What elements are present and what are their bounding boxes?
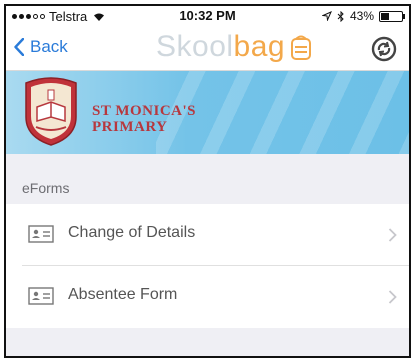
- back-button[interactable]: Back: [14, 37, 68, 57]
- form-label: Absentee Form: [68, 286, 178, 303]
- chevron-right-icon: [388, 228, 397, 242]
- location-arrow-icon: [321, 11, 332, 21]
- idcard-icon: [28, 287, 54, 305]
- back-label: Back: [30, 37, 68, 56]
- chevron-left-icon: [14, 38, 24, 56]
- status-right: 43%: [321, 9, 405, 23]
- eforms-list: Change of Details Absentee Form: [6, 204, 409, 328]
- battery-percent: 43%: [349, 9, 374, 23]
- sync-icon[interactable]: [371, 36, 397, 62]
- list-item-absentee-form[interactable]: Absentee Form: [6, 266, 409, 328]
- nav-bar: Back Skool bag: [6, 26, 409, 71]
- bag-icon: [291, 35, 312, 60]
- battery-icon: [379, 10, 405, 22]
- section-header: eForms: [6, 154, 409, 204]
- school-name-line1: ST MONICA'S: [92, 103, 196, 119]
- bluetooth-icon: [337, 10, 344, 22]
- chevron-right-icon: [388, 290, 397, 304]
- phone-frame: Telstra 10:32 PM 43% Back Skool bag ST M…: [4, 4, 411, 358]
- idcard-icon: [28, 225, 54, 243]
- school-name: ST MONICA'S PRIMARY: [92, 103, 196, 135]
- brand-part2: bag: [233, 30, 286, 63]
- school-name-line2: PRIMARY: [92, 119, 168, 135]
- brand-part1: Skool: [156, 30, 234, 63]
- section-title: eForms: [22, 180, 70, 196]
- app-logo: Skool bag: [156, 30, 314, 64]
- status-bar: Telstra 10:32 PM 43%: [6, 6, 409, 26]
- list-item-change-of-details[interactable]: Change of Details: [6, 204, 409, 266]
- form-label: Change of Details: [68, 224, 196, 241]
- school-banner: ST MONICA'S PRIMARY: [6, 71, 409, 154]
- battery-fill: [381, 12, 389, 20]
- school-crest-icon: [25, 77, 77, 146]
